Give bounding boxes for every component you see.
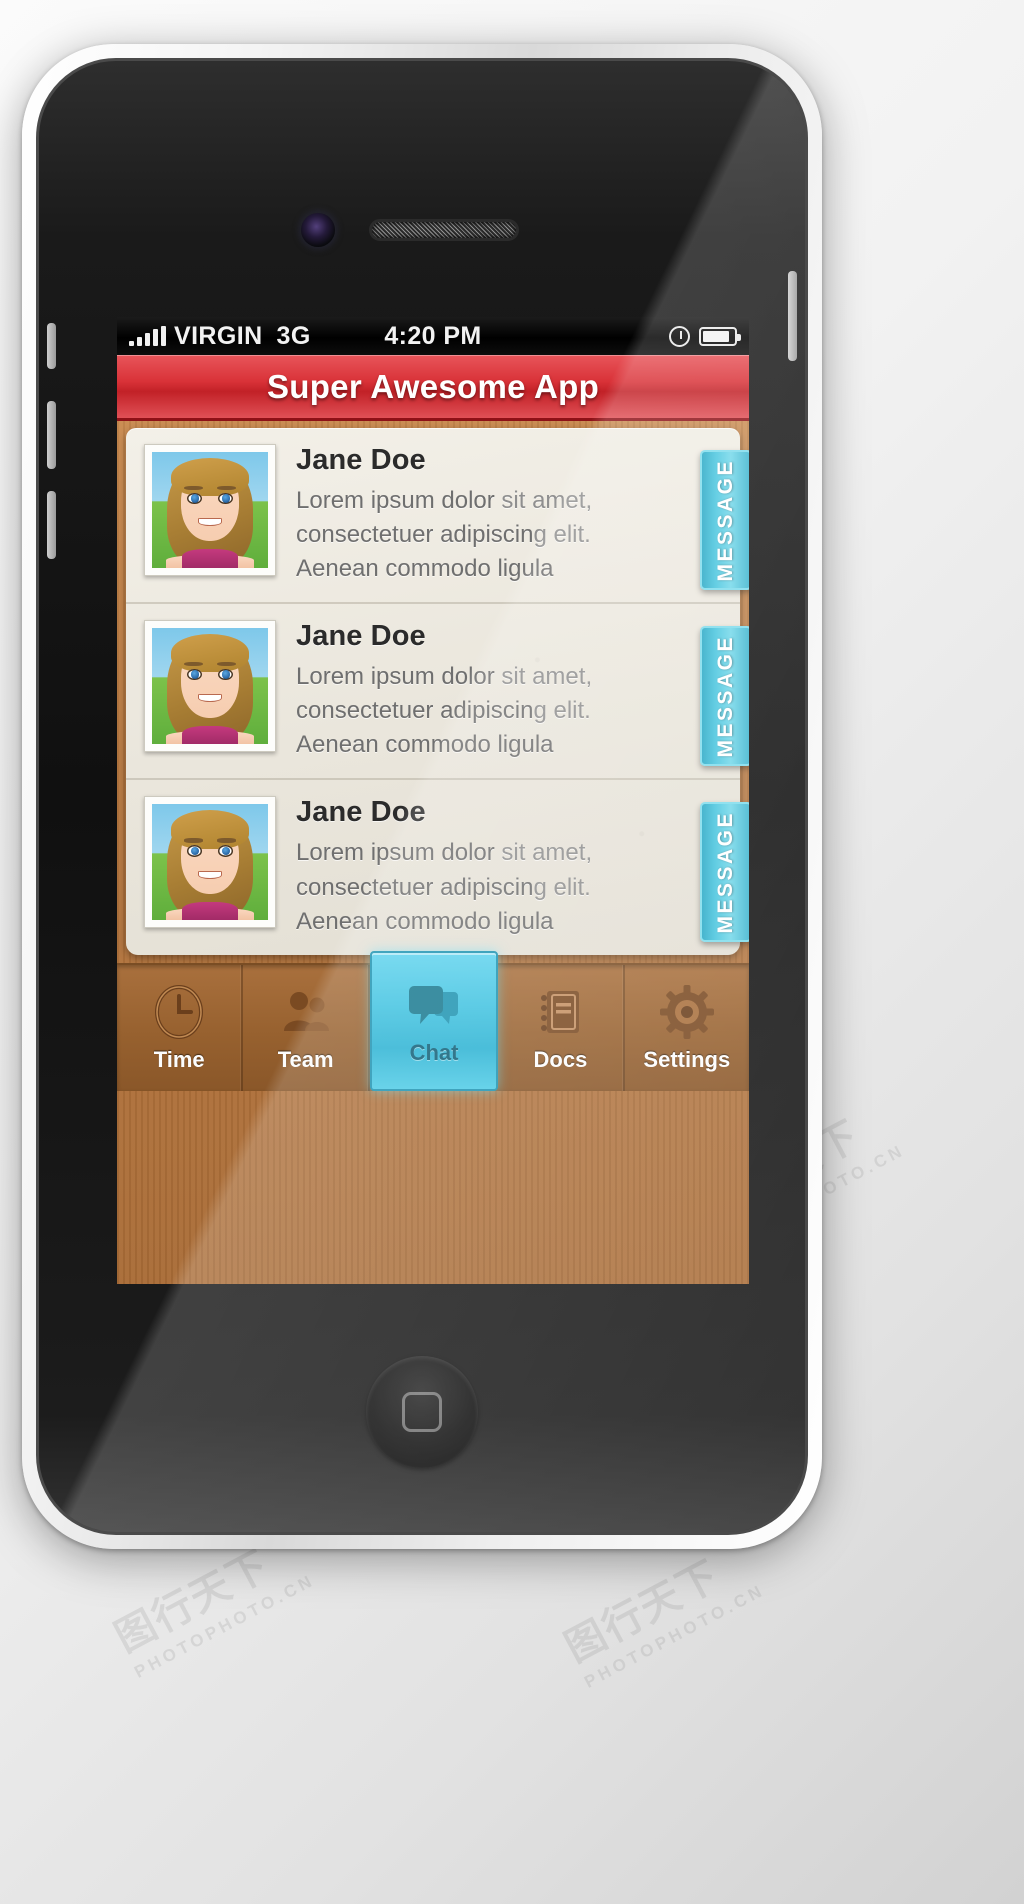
tab-label: Settings <box>643 1046 731 1072</box>
desc-line-1: Lorem ipsum dolor <box>296 663 495 691</box>
desc-line-2b: g elit. <box>533 873 591 901</box>
contact-name: Jane Doe <box>296 444 426 476</box>
desc-line-2b: g elit. <box>533 697 591 725</box>
status-clock: 4:20 PM <box>384 321 482 350</box>
app-content: Jane Doe Lorem ipsum dolor sit amet, con… <box>117 421 749 1284</box>
ringer-switch[interactable] <box>47 323 56 369</box>
desc-line-1b: sit amet, <box>494 487 593 514</box>
chat-bubbles-icon <box>405 976 463 1034</box>
tab-label: Team <box>277 1046 334 1072</box>
gear-icon <box>658 983 716 1041</box>
page-title: Super Awesome App <box>266 367 600 405</box>
contact-list: Jane Doe Lorem ipsum dolor sit amet, con… <box>126 428 749 955</box>
desc-line-2: consectetuer adipiscin <box>296 873 534 901</box>
tab-label: Chat <box>409 1039 459 1065</box>
contact-name: Jane Doe <box>296 796 426 829</box>
desc-line-1b: sit amet, <box>494 839 593 867</box>
power-button[interactable] <box>788 271 797 361</box>
message-button-label: MESSAGE <box>714 458 737 582</box>
desc-line-2b: g elit. <box>533 521 591 549</box>
tab-label: Time <box>153 1046 205 1072</box>
desc-line-1: Lorem ipsum dolor <box>296 487 495 514</box>
earpiece-speaker <box>369 219 519 241</box>
desc-line-3: Aenean commodo ligula <box>296 907 554 935</box>
tab-chat[interactable]: Chat <box>369 950 499 1091</box>
volume-down-button[interactable] <box>47 491 56 559</box>
contact-description: Lorem ipsum dolor sit amet, consectetuer… <box>296 660 674 762</box>
phone-bezel: VIRGIN 3G 4:20 PM Super Awesome App Jane… <box>36 58 808 1535</box>
message-button-label: MESSAGE <box>714 811 737 934</box>
list-item[interactable]: Jane Doe Lorem ipsum dolor sit amet, con… <box>126 428 749 605</box>
message-button[interactable]: MESSAGE <box>700 626 749 767</box>
tab-time[interactable]: Time <box>117 964 244 1091</box>
notebook-icon <box>531 983 589 1041</box>
avatar <box>144 796 276 929</box>
watermark-text: 图行天下 <box>558 1552 728 1671</box>
watermark-subtext: PHOTOPHOTO.CN <box>581 1580 769 1692</box>
desc-line-3: Aenean commodo ligula <box>296 731 554 759</box>
network-type-label: 3G <box>276 321 311 350</box>
clock-icon <box>669 325 690 347</box>
avatar <box>144 444 276 576</box>
list-item[interactable]: Jane Doe Lorem ipsum dolor sit amet, con… <box>126 604 749 781</box>
tab-label: Docs <box>533 1046 588 1072</box>
tab-docs[interactable]: Docs <box>498 964 625 1091</box>
app-header: Super Awesome App <box>117 355 749 421</box>
contact-name: Jane Doe <box>296 620 426 653</box>
desc-line-2: consectetuer adipiscin <box>296 697 534 725</box>
watermark-subtext: PHOTOPHOTO.CN <box>131 1570 319 1682</box>
front-camera-icon <box>301 213 335 247</box>
message-button-label: MESSAGE <box>714 634 737 758</box>
status-right-group <box>669 325 741 347</box>
home-button-square-icon <box>402 1392 442 1432</box>
desc-line-1b: sit amet, <box>494 663 593 691</box>
watermark-text: 图行天下 <box>108 1542 278 1661</box>
people-icon <box>277 983 335 1041</box>
watermark: 图行天下 PHOTOPHOTO.CN <box>553 1527 769 1692</box>
battery-icon <box>699 326 741 346</box>
tab-team[interactable]: Team <box>243 964 370 1091</box>
desc-line-1: Lorem ipsum dolor <box>296 839 495 867</box>
message-button[interactable]: MESSAGE <box>700 450 749 590</box>
home-button[interactable] <box>366 1356 478 1468</box>
desc-line-3: Aenean commodo ligula <box>296 555 554 583</box>
message-button[interactable]: MESSAGE <box>700 802 749 943</box>
status-bar: VIRGIN 3G 4:20 PM <box>117 317 749 355</box>
clock-icon <box>150 983 208 1041</box>
contact-description: Lorem ipsum dolor sit amet, consectetuer… <box>296 484 674 586</box>
list-item-text: Jane Doe Lorem ipsum dolor sit amet, con… <box>276 620 740 762</box>
phone-device: VIRGIN 3G 4:20 PM Super Awesome App Jane… <box>22 44 822 1549</box>
signal-bars-icon <box>129 326 166 346</box>
avatar <box>144 620 276 753</box>
list-item[interactable]: Jane Doe Lorem ipsum dolor sit amet, con… <box>126 780 749 954</box>
tab-settings[interactable]: Settings <box>625 965 749 1091</box>
carrier-label: VIRGIN <box>174 321 263 350</box>
contact-description: Lorem ipsum dolor sit amet, consectetuer… <box>296 836 674 938</box>
tab-bar: Time Team Chat Docs Settings <box>117 950 749 1091</box>
desc-line-2: consectetuer adipiscin <box>296 521 534 549</box>
list-item-text: Jane Doe Lorem ipsum dolor sit amet, con… <box>276 444 740 586</box>
volume-up-button[interactable] <box>47 401 56 469</box>
list-item-text: Jane Doe Lorem ipsum dolor sit amet, con… <box>276 796 740 938</box>
phone-screen: VIRGIN 3G 4:20 PM Super Awesome App Jane… <box>117 317 749 1284</box>
